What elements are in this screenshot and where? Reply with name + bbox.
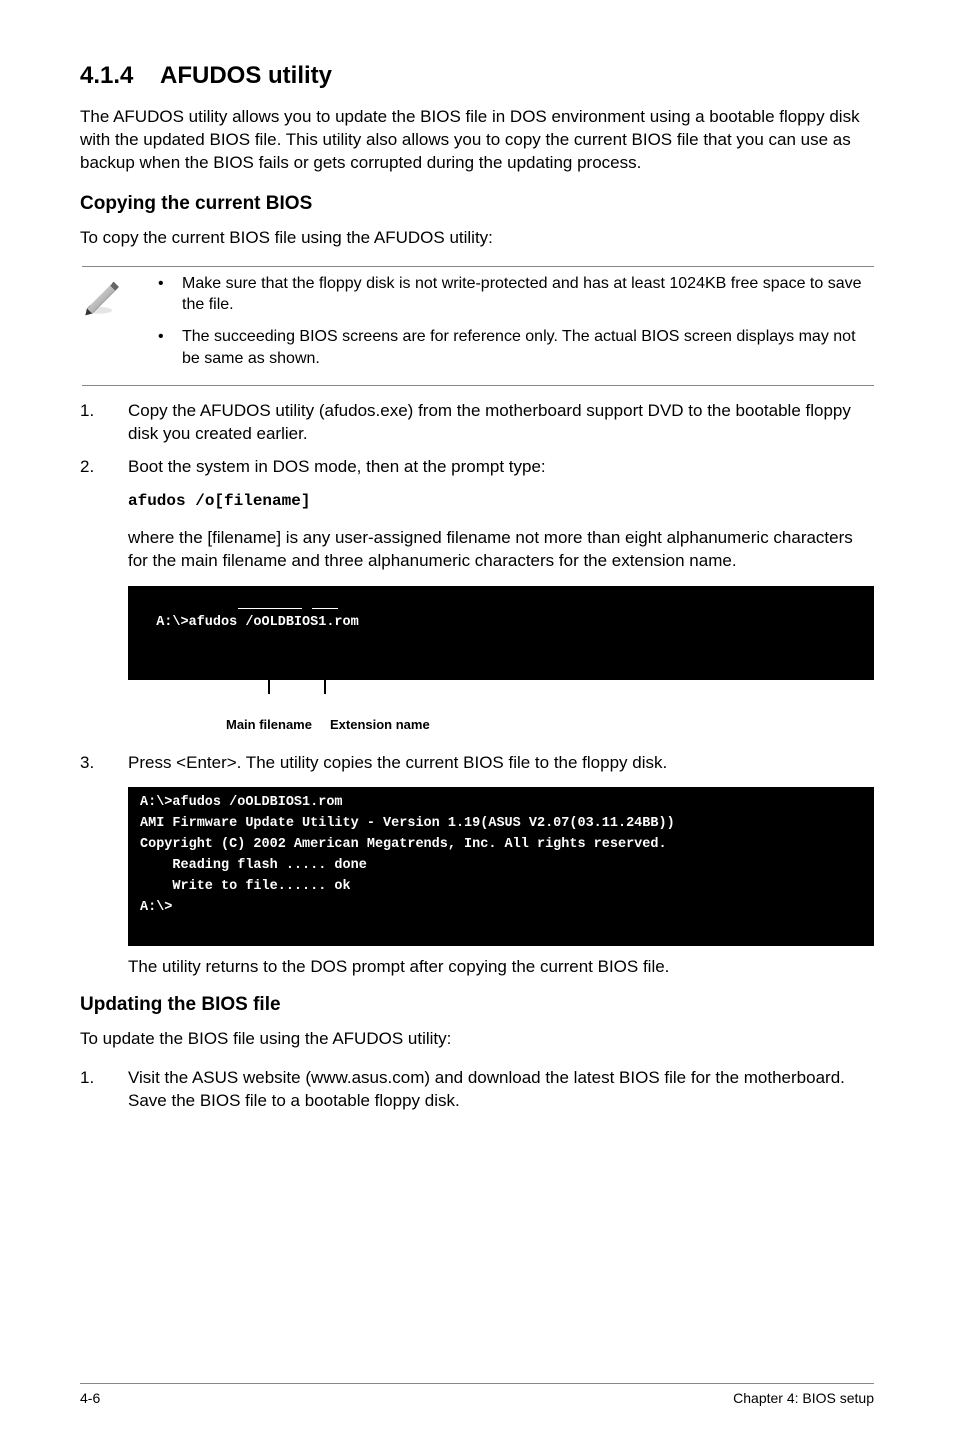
step-number: 1. — [80, 1067, 128, 1113]
list-item: 3. Press <Enter>. The utility copies the… — [80, 752, 874, 775]
terminal-output: A:\>afudos /oOLDBIOS1.rom AMI Firmware U… — [128, 787, 874, 945]
code-line: afudos /o[filename] — [128, 491, 874, 513]
note-list: Make sure that the floppy disk is not wr… — [146, 273, 874, 379]
page-number: 4-6 — [80, 1389, 100, 1408]
terminal-output: A:\>afudos /oOLDBIOS1.rom — [128, 586, 874, 680]
section-number: 4.1.4 — [80, 60, 160, 92]
update-steps-list: 1. Visit the ASUS website (www.asus.com)… — [80, 1067, 874, 1113]
note-item: Make sure that the floppy disk is not wr… — [146, 273, 874, 316]
step3-list: 3. Press <Enter>. The utility copies the… — [80, 752, 874, 775]
section-title: AFUDOS utility — [160, 62, 332, 89]
marker-row — [128, 690, 874, 712]
step-text: Copy the AFUDOS utility (afudos.exe) fro… — [128, 400, 874, 446]
marker-line — [268, 680, 270, 694]
chapter-label: Chapter 4: BIOS setup — [733, 1389, 874, 1408]
steps-list: 1. Copy the AFUDOS utility (afudos.exe) … — [80, 400, 874, 479]
terminal-text: A:\>afudos /oOLDBIOS1.rom — [156, 615, 359, 630]
step-number: 3. — [80, 752, 128, 775]
label-row: Main filename Extension name — [128, 716, 874, 736]
step-text: Press <Enter>. The utility copies the cu… — [128, 752, 874, 775]
underline-extension — [312, 608, 338, 609]
pencil-icon — [82, 277, 122, 317]
note-block: Make sure that the floppy disk is not wr… — [82, 266, 874, 386]
intro-paragraph: The AFUDOS utility allows you to update … — [80, 106, 874, 175]
underline-main-filename — [238, 608, 302, 609]
marker-line — [324, 680, 326, 694]
section-heading: 4.1.4AFUDOS utility — [80, 60, 874, 92]
update-heading: Updating the BIOS file — [80, 992, 874, 1018]
step-text: Boot the system in DOS mode, then at the… — [128, 456, 874, 479]
list-item: 2. Boot the system in DOS mode, then at … — [80, 456, 874, 479]
after-terminal-paragraph: The utility returns to the DOS prompt af… — [128, 956, 874, 979]
label-main-filename: Main filename — [226, 716, 312, 734]
step-number: 2. — [80, 456, 128, 479]
list-item: 1. Visit the ASUS website (www.asus.com)… — [80, 1067, 874, 1113]
list-item: 1. Copy the AFUDOS utility (afudos.exe) … — [80, 400, 874, 446]
where-paragraph: where the [filename] is any user-assigne… — [128, 527, 874, 573]
step-number: 1. — [80, 400, 128, 446]
copy-intro: To copy the current BIOS file using the … — [80, 227, 874, 250]
label-extension-name: Extension name — [330, 716, 430, 734]
copy-heading: Copying the current BIOS — [80, 191, 874, 217]
update-intro: To update the BIOS file using the AFUDOS… — [80, 1028, 874, 1051]
page-footer: 4-6 Chapter 4: BIOS setup — [80, 1383, 874, 1408]
note-item: The succeeding BIOS screens are for refe… — [146, 326, 874, 369]
step-text: Visit the ASUS website (www.asus.com) an… — [128, 1067, 874, 1113]
